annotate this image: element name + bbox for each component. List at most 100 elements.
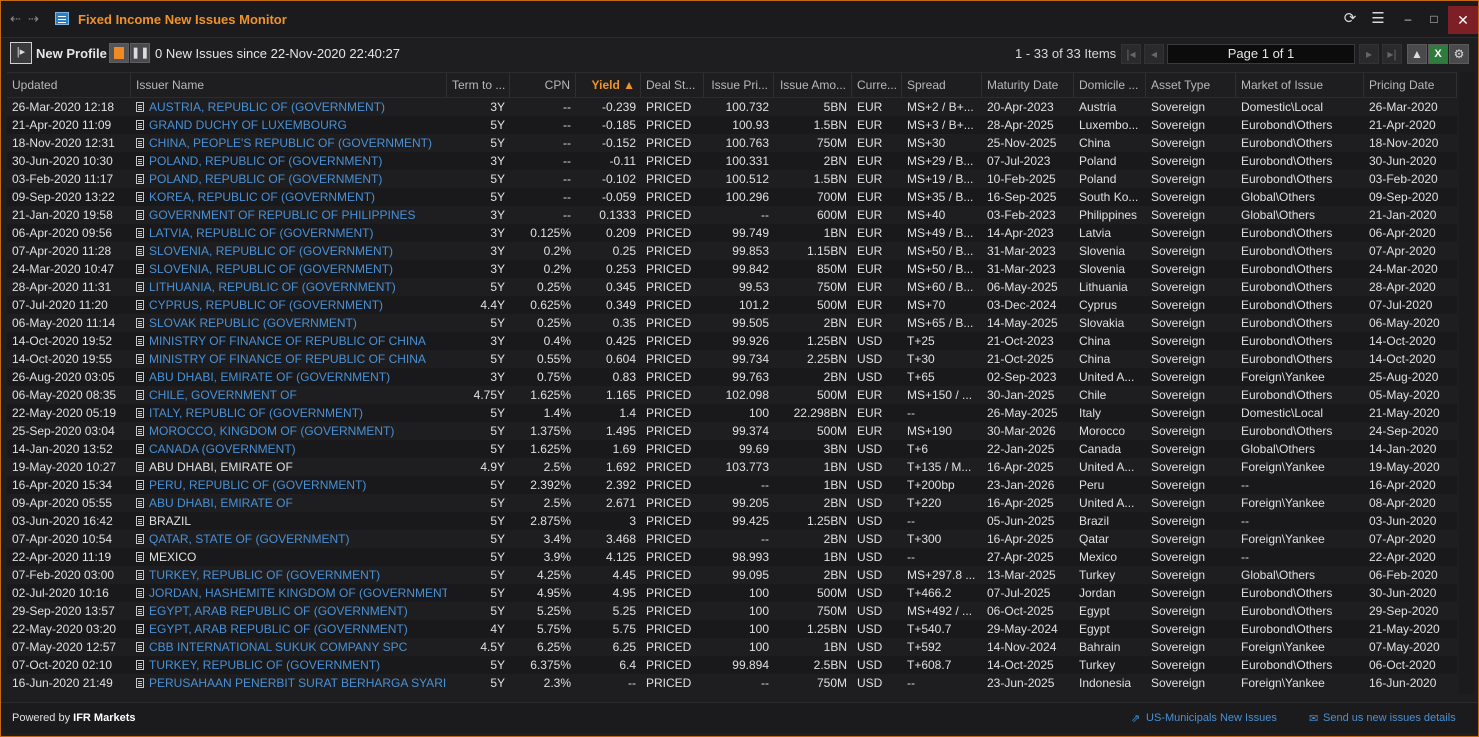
- vertical-scrollbar[interactable]: [1459, 72, 1475, 694]
- document-icon[interactable]: [136, 660, 144, 670]
- cell-issuer[interactable]: PERUSAHAAN PENERBIT SURAT BERHARGA SYARI…: [131, 674, 447, 692]
- last-page-button[interactable]: ▸|: [1382, 44, 1402, 64]
- excel-export-icon[interactable]: X: [1428, 44, 1448, 64]
- cell-issuer[interactable]: KOREA, REPUBLIC OF (GOVERNMENT): [131, 188, 447, 206]
- table-row[interactable]: 07-Jul-2020 11:20 CYPRUS, REPUBLIC OF (GO…: [7, 296, 1457, 314]
- issuer-name[interactable]: MOROCCO, KINGDOM OF (GOVERNMENT): [149, 424, 394, 438]
- arrow-right-icon[interactable]: ⇢: [28, 11, 39, 27]
- column-header-amount[interactable]: Issue Amo...: [774, 73, 852, 97]
- issuer-name[interactable]: MINISTRY OF FINANCE OF REPUBLIC OF CHINA: [149, 352, 426, 366]
- table-row[interactable]: 09-Sep-2020 13:22 KOREA, REPUBLIC OF (GOV…: [7, 188, 1457, 206]
- table-row[interactable]: 16-Jun-2020 21:49 PERUSAHAAN PENERBIT SUR…: [7, 674, 1457, 692]
- column-header-issuer[interactable]: Issuer Name: [131, 73, 447, 97]
- issuer-name[interactable]: PERUSAHAAN PENERBIT SURAT BERHARGA SYARI…: [149, 676, 447, 690]
- table-row[interactable]: 06-May-2020 08:35 CHILE, GOVERNMENT OF 4.7…: [7, 386, 1457, 404]
- column-header-asset[interactable]: Asset Type: [1146, 73, 1236, 97]
- document-icon[interactable]: [136, 606, 144, 616]
- document-icon[interactable]: [136, 588, 144, 598]
- document-icon[interactable]: [136, 174, 144, 184]
- cell-issuer[interactable]: SLOVENIA, REPUBLIC OF (GOVERNMENT): [131, 242, 447, 260]
- document-icon[interactable]: [136, 552, 144, 562]
- document-icon[interactable]: [136, 390, 144, 400]
- cell-issuer[interactable]: GRAND DUCHY OF LUXEMBOURG: [131, 116, 447, 134]
- issuer-name[interactable]: LATVIA, REPUBLIC OF (GOVERNMENT): [149, 226, 373, 240]
- table-row[interactable]: 25-Sep-2020 03:04 MOROCCO, KINGDOM OF (GO…: [7, 422, 1457, 440]
- document-icon[interactable]: [136, 336, 144, 346]
- table-row[interactable]: 07-Oct-2020 02:10 TURKEY, REPUBLIC OF (GO…: [7, 656, 1457, 674]
- document-icon[interactable]: [136, 516, 144, 526]
- cell-issuer[interactable]: GOVERNMENT OF REPUBLIC OF PHILIPPINES: [131, 206, 447, 224]
- issuer-name[interactable]: TURKEY, REPUBLIC OF (GOVERNMENT): [149, 568, 380, 582]
- send-details-link[interactable]: Send us new issues details: [1323, 712, 1456, 724]
- table-row[interactable]: 06-Apr-2020 09:56 LATVIA, REPUBLIC OF (GO…: [7, 224, 1457, 242]
- issuer-name[interactable]: MINISTRY OF FINANCE OF REPUBLIC OF CHINA: [149, 334, 426, 348]
- document-icon[interactable]: [136, 156, 144, 166]
- table-row[interactable]: 26-Aug-2020 03:05 ABU DHABI, EMIRATE OF (…: [7, 368, 1457, 386]
- issuer-name[interactable]: CANADA (GOVERNMENT): [149, 442, 296, 456]
- table-row[interactable]: 16-Apr-2020 15:34 PERU, REPUBLIC OF (GOVE…: [7, 476, 1457, 494]
- issuer-name[interactable]: SLOVENIA, REPUBLIC OF (GOVERNMENT): [149, 262, 393, 276]
- issuer-name[interactable]: ITALY, REPUBLIC OF (GOVERNMENT): [149, 406, 363, 420]
- table-row[interactable]: 24-Mar-2020 10:47 SLOVENIA, REPUBLIC OF (…: [7, 260, 1457, 278]
- document-icon[interactable]: [136, 480, 144, 490]
- table-row[interactable]: 22-Apr-2020 11:19 MEXICO 5Y 3.9% 4.125 PRICED…: [7, 548, 1457, 566]
- column-header-updated[interactable]: Updated: [7, 73, 131, 97]
- document-icon[interactable]: [136, 624, 144, 634]
- table-row[interactable]: 02-Jul-2020 10:16 JORDAN, HASHEMITE KINGD…: [7, 584, 1457, 602]
- issuer-name[interactable]: AUSTRIA, REPUBLIC OF (GOVERNMENT): [149, 100, 385, 114]
- arrow-left-icon[interactable]: ⇠: [10, 11, 21, 27]
- table-row[interactable]: 18-Nov-2020 12:31 CHINA, PEOPLE'S REPUBLI…: [7, 134, 1457, 152]
- document-icon[interactable]: [136, 444, 144, 454]
- column-header-curr[interactable]: Curre...: [852, 73, 902, 97]
- cell-issuer[interactable]: EGYPT, ARAB REPUBLIC OF (GOVERNMENT): [131, 602, 447, 620]
- page-indicator[interactable]: Page 1 of 1: [1167, 44, 1355, 64]
- document-icon[interactable]: [136, 318, 144, 328]
- next-page-button[interactable]: ▸: [1359, 44, 1379, 64]
- issuer-name[interactable]: POLAND, REPUBLIC OF (GOVERNMENT): [149, 172, 382, 186]
- document-icon[interactable]: [136, 354, 144, 364]
- issuer-name[interactable]: PERU, REPUBLIC OF (GOVERNMENT): [149, 478, 366, 492]
- document-icon[interactable]: [136, 462, 144, 472]
- gear-icon[interactable]: ⚙: [1449, 44, 1469, 64]
- mortarboard-icon[interactable]: ▲: [1407, 44, 1427, 64]
- table-row[interactable]: 14-Oct-2020 19:55 MINISTRY OF FINANCE OF …: [7, 350, 1457, 368]
- first-page-button[interactable]: |◂: [1121, 44, 1141, 64]
- table-row[interactable]: 22-May-2020 05:19 ITALY, REPUBLIC OF (GOV…: [7, 404, 1457, 422]
- table-row[interactable]: 29-Sep-2020 13:57 EGYPT, ARAB REPUBLIC OF…: [7, 602, 1457, 620]
- document-icon[interactable]: [136, 642, 144, 652]
- issuer-name[interactable]: LITHUANIA, REPUBLIC OF (GOVERNMENT): [149, 280, 396, 294]
- pause-icon[interactable]: ❚❚: [130, 43, 150, 63]
- table-row[interactable]: 07-Apr-2020 11:28 SLOVENIA, REPUBLIC OF (…: [7, 242, 1457, 260]
- document-icon[interactable]: [136, 498, 144, 508]
- issuer-name[interactable]: QATAR, STATE OF (GOVERNMENT): [149, 532, 349, 546]
- column-header-domicile[interactable]: Domicile ...: [1074, 73, 1146, 97]
- cell-issuer[interactable]: TURKEY, REPUBLIC OF (GOVERNMENT): [131, 566, 447, 584]
- issuer-name[interactable]: KOREA, REPUBLIC OF (GOVERNMENT): [149, 190, 375, 204]
- document-icon[interactable]: [136, 534, 144, 544]
- table-row[interactable]: 14-Oct-2020 19:52 MINISTRY OF FINANCE OF …: [7, 332, 1457, 350]
- table-row[interactable]: 28-Apr-2020 11:31 LITHUANIA, REPUBLIC OF …: [7, 278, 1457, 296]
- table-row[interactable]: 21-Apr-2020 11:09 GRAND DUCHY OF LUXEMBOU…: [7, 116, 1457, 134]
- issuer-name[interactable]: CHINA, PEOPLE'S REPUBLIC OF (GOVERNMENT): [149, 136, 432, 150]
- document-icon[interactable]: [136, 570, 144, 580]
- column-header-deal[interactable]: Deal St...: [641, 73, 704, 97]
- cell-issuer[interactable]: JORDAN, HASHEMITE KINGDOM OF (GOVERNMENT…: [131, 584, 447, 602]
- document-icon[interactable]: [136, 408, 144, 418]
- cell-issuer[interactable]: ITALY, REPUBLIC OF (GOVERNMENT): [131, 404, 447, 422]
- document-icon[interactable]: [136, 138, 144, 148]
- column-header-cpn[interactable]: CPN: [510, 73, 576, 97]
- column-header-maturity[interactable]: Maturity Date: [982, 73, 1074, 97]
- issuer-name[interactable]: GOVERNMENT OF REPUBLIC OF PHILIPPINES: [149, 208, 416, 222]
- cell-issuer[interactable]: CHINA, PEOPLE'S REPUBLIC OF (GOVERNMENT): [131, 134, 447, 152]
- cell-issuer[interactable]: CBB INTERNATIONAL SUKUK COMPANY SPC: [131, 638, 447, 656]
- document-icon[interactable]: [136, 264, 144, 274]
- cell-issuer[interactable]: LATVIA, REPUBLIC OF (GOVERNMENT): [131, 224, 447, 242]
- document-icon[interactable]: [136, 300, 144, 310]
- cell-issuer[interactable]: POLAND, REPUBLIC OF (GOVERNMENT): [131, 152, 447, 170]
- cell-issuer[interactable]: EGYPT, ARAB REPUBLIC OF (GOVERNMENT): [131, 620, 447, 638]
- document-icon[interactable]: [136, 678, 144, 688]
- column-header-yield[interactable]: Yield ▲: [576, 73, 641, 97]
- cell-issuer[interactable]: PERU, REPUBLIC OF (GOVERNMENT): [131, 476, 447, 494]
- issuer-name[interactable]: SLOVENIA, REPUBLIC OF (GOVERNMENT): [149, 244, 393, 258]
- issuer-name[interactable]: CHILE, GOVERNMENT OF: [149, 388, 297, 402]
